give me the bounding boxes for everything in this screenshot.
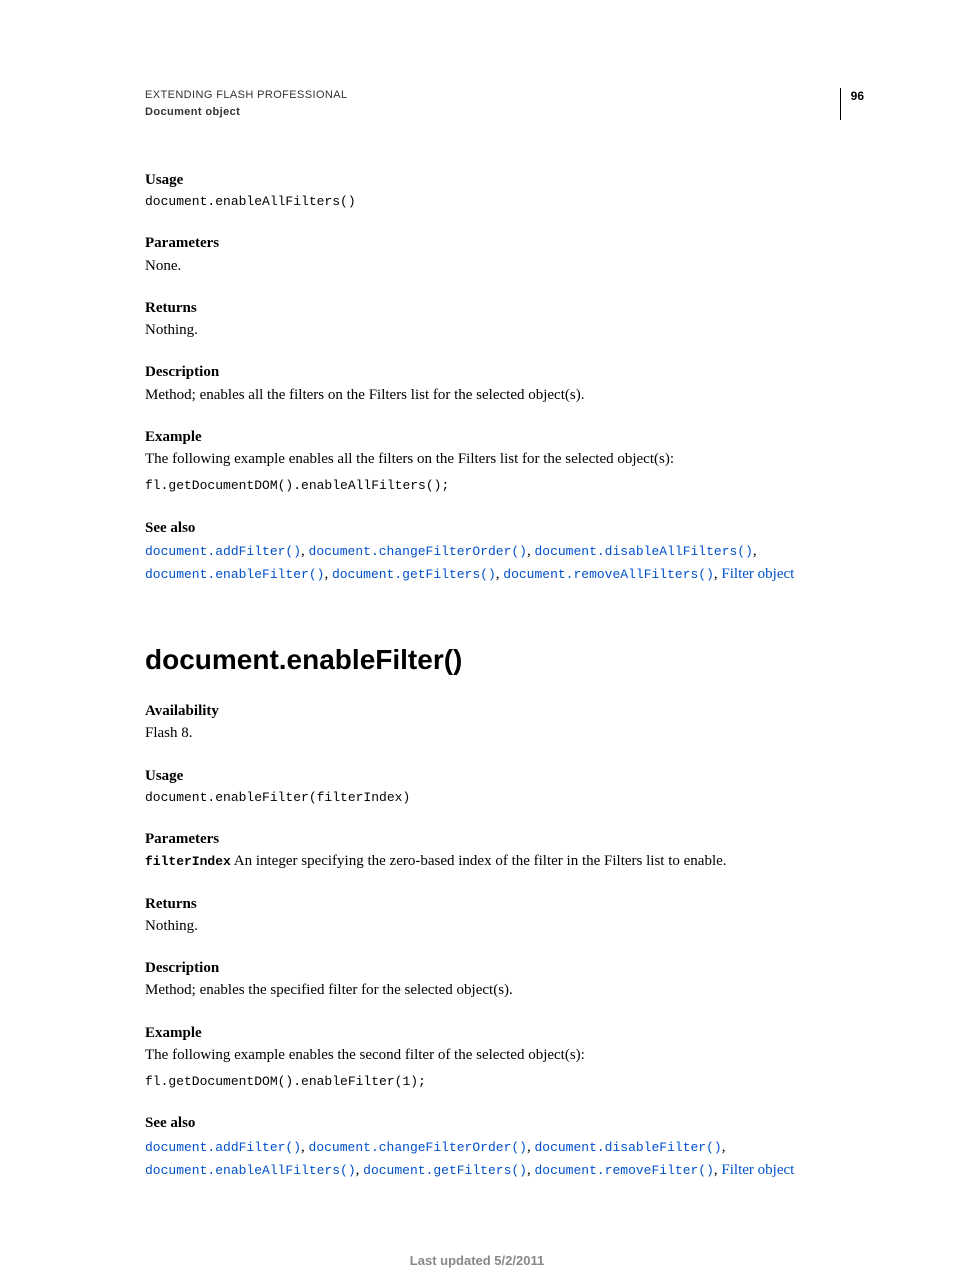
link-changefilterorder[interactable]: document.changeFilterOrder() (309, 1140, 527, 1155)
seealso-block: document.addFilter(), document.changeFil… (145, 1136, 864, 1183)
param-name: filterIndex (145, 854, 231, 869)
example-text: The following example enables all the fi… (145, 449, 864, 469)
link-addfilter[interactable]: document.addFilter() (145, 1140, 301, 1155)
page-header: EXTENDING FLASH PROFESSIONAL Document ob… (145, 88, 864, 120)
returns-text: Nothing. (145, 320, 864, 340)
link-enableallfilters[interactable]: document.enableAllFilters() (145, 1163, 356, 1178)
link-disablefilter[interactable]: document.disableFilter() (534, 1140, 721, 1155)
example-code: fl.getDocumentDOM().enableFilter(1); (145, 1073, 864, 1091)
example-label: Example (145, 1023, 864, 1043)
example-text: The following example enables the second… (145, 1045, 864, 1065)
seealso-label: See also (145, 1113, 864, 1133)
param-desc: An integer specifying the zero-based ind… (231, 853, 727, 869)
returns-label: Returns (145, 298, 864, 318)
page-footer: Last updated 5/2/2011 (0, 1252, 954, 1270)
page-number: 96 (840, 88, 864, 120)
returns-text: Nothing. (145, 916, 864, 936)
link-getfilters[interactable]: document.getFilters() (332, 567, 496, 582)
availability-label: Availability (145, 701, 864, 721)
description-label: Description (145, 958, 864, 978)
description-text: Method; enables all the filters on the F… (145, 385, 864, 405)
header-subhead: Document object (145, 105, 840, 120)
header-left: EXTENDING FLASH PROFESSIONAL Document ob… (145, 88, 840, 120)
link-addfilter[interactable]: document.addFilter() (145, 544, 301, 559)
link-filterobject[interactable]: Filter object (721, 1162, 794, 1178)
description-text: Method; enables the specified filter for… (145, 980, 864, 1000)
parameters-text: None. (145, 256, 864, 276)
seealso-block: document.addFilter(), document.changeFil… (145, 540, 864, 587)
link-getfilters[interactable]: document.getFilters() (363, 1163, 527, 1178)
usage-label: Usage (145, 170, 864, 190)
link-disableallfilters[interactable]: document.disableAllFilters() (534, 544, 752, 559)
description-label: Description (145, 362, 864, 382)
link-enablefilter[interactable]: document.enableFilter() (145, 567, 324, 582)
returns-label: Returns (145, 894, 864, 914)
example-code: fl.getDocumentDOM().enableAllFilters(); (145, 477, 864, 495)
usage-label: Usage (145, 766, 864, 786)
usage-code: document.enableFilter(filterIndex) (145, 789, 864, 807)
link-removeallfilters[interactable]: document.removeAllFilters() (503, 567, 714, 582)
parameters-line: filterIndex An integer specifying the ze… (145, 851, 864, 871)
running-head: EXTENDING FLASH PROFESSIONAL (145, 88, 840, 103)
link-changefilterorder[interactable]: document.changeFilterOrder() (309, 544, 527, 559)
parameters-label: Parameters (145, 233, 864, 253)
parameters-label: Parameters (145, 829, 864, 849)
seealso-label: See also (145, 518, 864, 538)
link-filterobject[interactable]: Filter object (721, 566, 794, 582)
usage-code: document.enableAllFilters() (145, 193, 864, 211)
availability-text: Flash 8. (145, 723, 864, 743)
section-title: document.enableFilter() (145, 641, 864, 679)
link-removefilter[interactable]: document.removeFilter() (534, 1163, 713, 1178)
example-label: Example (145, 427, 864, 447)
